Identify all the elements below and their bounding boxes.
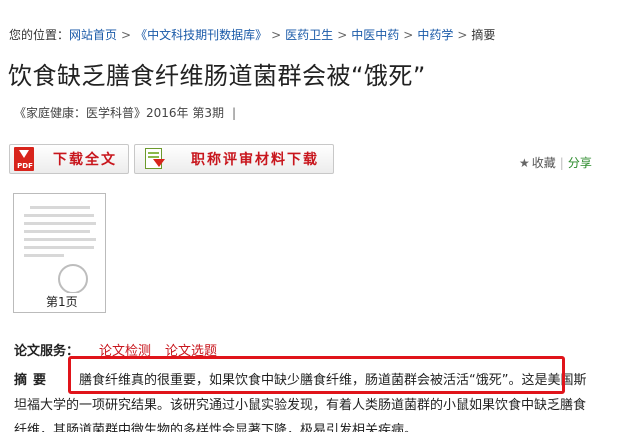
favorite-share-separator: |	[559, 156, 564, 170]
highlight-annotation-box	[68, 356, 565, 394]
page-preview-thumbnail[interactable]: 第1页	[13, 193, 106, 313]
preview-page-label: 第1页	[44, 293, 80, 310]
star-icon: ★	[519, 156, 530, 170]
source-divider: |	[232, 106, 237, 120]
breadcrumb-separator: >	[121, 28, 132, 42]
breadcrumb-medicine-link[interactable]: 医药卫生	[285, 28, 333, 42]
title-material-download-button[interactable]: 职称评审材料下载	[134, 144, 334, 174]
pdf-badge: PDF	[17, 162, 33, 170]
title-material-label: 职称评审材料下载	[191, 152, 319, 168]
abstract-label: 摘要	[14, 373, 53, 388]
abstract-text-2: 坦福大学的一项研究结果。该研究通过小鼠实验发现，有着人类肠道菌群的小鼠如果饮食中…	[14, 398, 587, 413]
share-button[interactable]: 分享	[568, 156, 592, 170]
article-source: 《家庭健康：医学科普》2016年 第3期 |	[14, 104, 236, 121]
breadcrumb-separator: >	[271, 28, 282, 42]
breadcrumb-database-link[interactable]: 《中文科技期刊数据库》	[135, 28, 267, 42]
pdf-icon: PDF	[11, 145, 39, 173]
breadcrumb: 您的位置：网站首页 > 《中文科技期刊数据库》 > 医药卫生 > 中医中药 > 中药学 > 摘要	[9, 26, 495, 43]
source-text: 《家庭健康：医学科普》2016年 第3期	[14, 106, 224, 120]
download-fulltext-button[interactable]: PDF 下载全文	[9, 144, 129, 174]
breadcrumb-separator: >	[403, 28, 414, 42]
breadcrumb-separator: >	[337, 28, 348, 42]
breadcrumb-current: 摘要	[471, 28, 496, 42]
favorite-button[interactable]: 收藏	[532, 156, 556, 170]
page-title: 饮食缺乏膳食纤维肠道菌群会被“饿死”	[8, 62, 426, 90]
document-download-icon	[141, 146, 167, 172]
stamp-graphic	[58, 264, 88, 294]
download-fulltext-label: 下载全文	[53, 152, 117, 168]
breadcrumb-home-link[interactable]: 网站首页	[69, 28, 117, 42]
breadcrumb-tcm-link[interactable]: 中医中药	[351, 28, 399, 42]
breadcrumb-separator: >	[457, 28, 468, 42]
favorite-share-bar: ★ 收藏 | 分享	[519, 154, 592, 171]
abstract-text-3: 纤维，其肠道菌群中微生物的多样性会显著下降，极易引发相关疾病。	[14, 423, 418, 432]
breadcrumb-herbal-link[interactable]: 中药学	[417, 28, 453, 42]
breadcrumb-prefix: 您的位置：	[9, 28, 70, 42]
